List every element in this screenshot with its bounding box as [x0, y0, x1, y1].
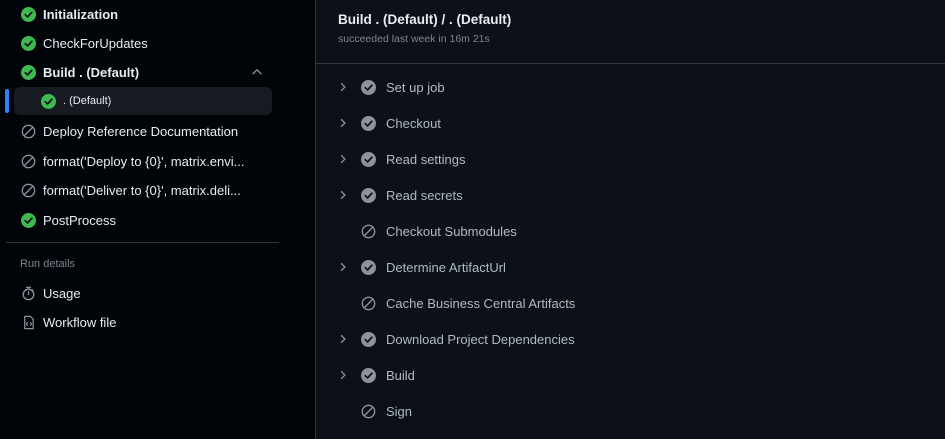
job-label: format('Deploy to {0}', matrix.envi... [43, 153, 245, 169]
step-label: Sign [386, 403, 413, 419]
chevron-right-icon[interactable] [334, 367, 352, 383]
job-label: Build . (Default) [43, 64, 140, 80]
job-deploy-to-env[interactable]: format('Deploy to {0}', matrix.envi... [14, 147, 272, 175]
skip-icon [20, 182, 36, 198]
chevron-right-icon[interactable] [334, 151, 352, 167]
skip-icon [360, 295, 376, 311]
run-status-summary: succeeded last week in 16m 21s [338, 33, 490, 45]
chevron-right-icon[interactable] [334, 79, 352, 95]
sidebar-link-usage[interactable]: Usage [14, 279, 272, 307]
active-indicator [5, 89, 9, 113]
page-title: Build . (Default) / . (Default) [338, 12, 512, 27]
check-circle-fill-icon [20, 6, 36, 22]
job-label: Deploy Reference Documentation [43, 123, 239, 139]
check-circle-fill-icon [20, 35, 36, 51]
job-initialization[interactable]: Initialization [14, 0, 272, 28]
check-circle-fill-icon [20, 64, 36, 80]
check-circle-fill-icon [360, 151, 376, 167]
job-deploy-reference-documentation[interactable]: Deploy Reference Documentation [14, 117, 272, 145]
job-label: Initialization [43, 6, 119, 22]
skip-icon [360, 403, 376, 419]
step-label: Determine ArtifactUrl [386, 259, 506, 275]
step-label: Checkout Submodules [386, 223, 517, 239]
sidebar-link-workflow-file[interactable]: Workflow file [14, 308, 272, 336]
check-circle-fill-icon [360, 367, 376, 383]
step-label: Read secrets [386, 187, 463, 203]
step-label: Set up job [386, 79, 445, 95]
step-row[interactable]: Cache Business Central Artifacts [334, 288, 924, 318]
job-label: PostProcess [43, 212, 116, 228]
step-label: Download Project Dependencies [386, 331, 575, 347]
step-row[interactable]: Read secrets [334, 180, 924, 210]
job-deliver-to[interactable]: format('Deliver to {0}', matrix.deli... [14, 176, 272, 204]
step-row[interactable]: Download Project Dependencies [334, 324, 924, 354]
check-circle-fill-icon [360, 115, 376, 131]
job-sub-default[interactable]: . (Default) [14, 87, 272, 115]
job-label: . (Default) [63, 95, 112, 107]
check-circle-fill-icon [20, 212, 36, 228]
check-circle-fill-icon [360, 79, 376, 95]
step-row[interactable]: Build [334, 360, 924, 390]
check-circle-fill-icon [40, 93, 56, 109]
run-details-heading: Run details [20, 258, 76, 270]
chevron-up-icon[interactable] [250, 65, 264, 79]
job-label: format('Deliver to {0}', matrix.deli... [43, 182, 241, 198]
check-circle-fill-icon [360, 259, 376, 275]
jobs-sidebar: Initialization CheckForUpdates Build . (… [0, 0, 315, 439]
link-label: Usage [43, 285, 81, 301]
chevron-right-icon[interactable] [334, 331, 352, 347]
step-chevron-spacer [334, 223, 352, 239]
step-chevron-spacer [334, 403, 352, 419]
step-chevron-spacer [334, 295, 352, 311]
step-label: Build [386, 367, 415, 383]
step-label: Read settings [386, 151, 466, 167]
job-postprocess[interactable]: PostProcess [14, 206, 272, 234]
skip-icon [20, 123, 36, 139]
step-row[interactable]: Checkout Submodules [334, 216, 924, 246]
step-row[interactable]: Determine ArtifactUrl [334, 252, 924, 282]
job-build-default[interactable]: Build . (Default) [14, 58, 272, 86]
job-detail-panel: Build . (Default) / . (Default) succeede… [315, 0, 945, 439]
step-label: Checkout [386, 115, 441, 131]
skip-icon [20, 153, 36, 169]
skip-icon [360, 223, 376, 239]
check-circle-fill-icon [360, 187, 376, 203]
step-row[interactable]: Set up job [334, 72, 924, 102]
sidebar-divider [6, 242, 279, 243]
step-row[interactable]: Sign [334, 396, 924, 426]
header-divider [316, 63, 945, 64]
stopwatch-icon [20, 285, 36, 301]
step-row[interactable]: Read settings [334, 144, 924, 174]
file-code-icon [20, 314, 36, 330]
chevron-right-icon[interactable] [334, 259, 352, 275]
step-row[interactable]: Checkout [334, 108, 924, 138]
check-circle-fill-icon [360, 331, 376, 347]
link-label: Workflow file [43, 314, 117, 330]
chevron-right-icon[interactable] [334, 115, 352, 131]
chevron-right-icon[interactable] [334, 187, 352, 203]
job-label: CheckForUpdates [43, 35, 148, 51]
step-label: Cache Business Central Artifacts [386, 295, 576, 311]
job-checkforupdates[interactable]: CheckForUpdates [14, 29, 272, 57]
